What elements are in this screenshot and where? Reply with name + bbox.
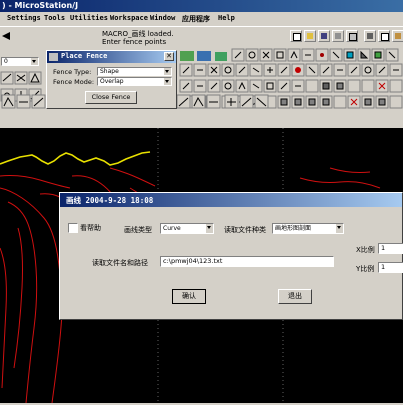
- copy-icon[interactable]: [378, 30, 390, 42]
- fence-type-select[interactable]: Shape: [97, 67, 172, 76]
- cut-icon[interactable]: [364, 30, 376, 42]
- menu-settings[interactable]: Settings: [7, 14, 41, 22]
- menu-utilities[interactable]: Utilities: [70, 14, 108, 22]
- fence-tool-icon: [49, 53, 58, 61]
- help-checkbox[interactable]: [68, 223, 78, 233]
- chevron-down-icon: [164, 78, 171, 85]
- y-scale-label: Y比例: [356, 265, 375, 273]
- level-value: 0: [4, 58, 8, 65]
- ok-button[interactable]: 确认: [172, 289, 206, 304]
- open-folder-icon[interactable]: [304, 30, 316, 42]
- file-type-select[interactable]: 画地形图剖面: [272, 223, 344, 234]
- menu-window[interactable]: Window: [150, 14, 175, 22]
- status-line-2: Enter fence points: [102, 38, 167, 46]
- close-fence-button[interactable]: Close Fence: [85, 91, 137, 104]
- curve-type-label: 画线类型: [124, 226, 152, 234]
- help-checkbox-label: 看帮助: [80, 224, 101, 232]
- print-preview-icon[interactable]: [346, 30, 358, 42]
- close-icon[interactable]: ✕: [164, 52, 174, 61]
- fence-type-label: Fence Type:: [53, 68, 92, 76]
- window-titlebar: ) - MicroStation/J: [0, 0, 403, 12]
- paste-icon[interactable]: [392, 30, 403, 42]
- status-toolbar-row: MACRO_画线 loaded. Enter fence points: [0, 26, 403, 49]
- fence-mode-label: Fence Mode:: [53, 78, 95, 86]
- place-fence-dialog: Place Fence ✕ Fence Type: Shape Fence Mo…: [46, 50, 177, 109]
- place-fence-title: Place Fence: [61, 52, 108, 60]
- menu-help[interactable]: Help: [218, 14, 235, 22]
- menu-bar: Settings Tools Utilities Workspace Windo…: [0, 13, 403, 25]
- x-scale-label: X比例: [356, 246, 375, 254]
- chevron-down-icon: [31, 58, 38, 65]
- curve-type-value: Curve: [163, 225, 181, 232]
- right-toolbars: [177, 48, 403, 126]
- fence-type-value: Shape: [100, 68, 119, 75]
- chevron-down-icon: [164, 68, 171, 75]
- y-scale-input[interactable]: 1: [378, 262, 403, 273]
- fence-mode-value: Overlap: [100, 78, 124, 85]
- new-file-icon[interactable]: [290, 30, 302, 42]
- curve-type-select[interactable]: Curve: [160, 223, 214, 234]
- chevron-down-icon: [206, 224, 213, 233]
- file-path-label: 读取文件名和路径: [92, 259, 148, 267]
- print-icon[interactable]: [332, 30, 344, 42]
- file-type-label: 读取文件种类: [224, 226, 266, 234]
- exit-button[interactable]: 退出: [278, 289, 312, 304]
- arrow-icon: [0, 30, 20, 42]
- place-fence-titlebar: Place Fence ✕: [47, 51, 176, 63]
- menu-apps[interactable]: 应用程序: [182, 14, 210, 24]
- x-scale-input[interactable]: 1: [378, 243, 403, 254]
- file-type-value: 画地形图剖面: [275, 225, 312, 232]
- level-combo[interactable]: 0: [1, 57, 39, 66]
- fence-mode-select[interactable]: Overlap: [97, 77, 172, 86]
- file-path-input[interactable]: c:\pmwj04\123.txt: [160, 256, 334, 267]
- chevron-down-icon: [336, 224, 343, 233]
- save-icon[interactable]: [318, 30, 330, 42]
- menu-workspace[interactable]: Workspace: [110, 14, 148, 22]
- menu-tools[interactable]: Tools: [44, 14, 65, 22]
- draw-line-dialog: 画线 2004-9-28 18:08 看帮助 画线类型 Curve 读取文件种类…: [59, 192, 403, 320]
- draw-line-titlebar: 画线 2004-9-28 18:08: [60, 193, 402, 207]
- draw-line-title: 画线 2004-9-28 18:08: [66, 196, 154, 205]
- window-title: ) - MicroStation/J: [2, 1, 79, 10]
